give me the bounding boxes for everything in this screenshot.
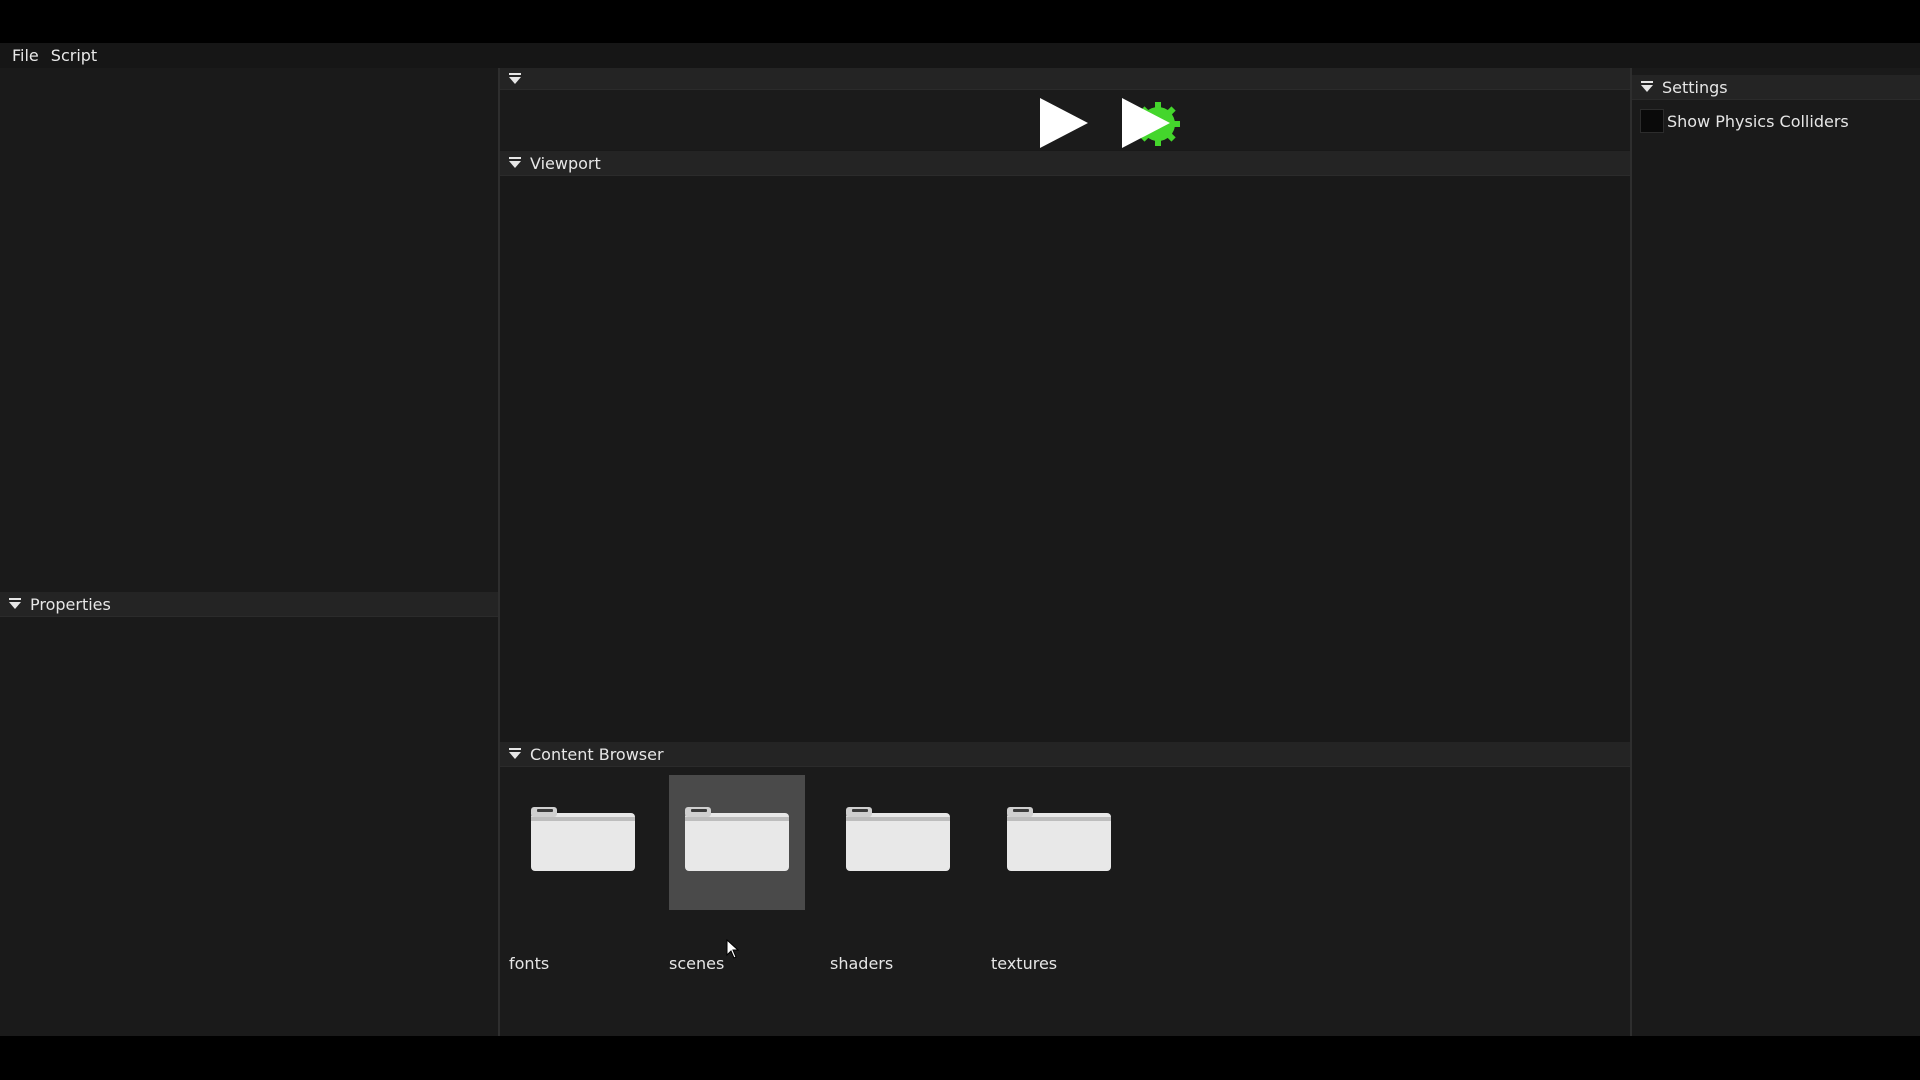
simulate-icon xyxy=(1122,98,1180,148)
settings-header[interactable]: Settings xyxy=(1632,75,1920,100)
collapse-arrow-icon[interactable] xyxy=(1640,80,1654,94)
show-physics-colliders-label: Show Physics Colliders xyxy=(1667,112,1849,131)
folder-label: fonts xyxy=(509,954,550,973)
collapse-arrow-icon[interactable] xyxy=(8,597,22,611)
folder-icon xyxy=(846,807,950,871)
simulate-button[interactable] xyxy=(1120,92,1180,150)
viewport-panel[interactable]: Viewport xyxy=(500,151,1630,741)
menu-bar: File Script xyxy=(0,43,1920,68)
folder-icon xyxy=(531,807,635,871)
properties-header[interactable]: Properties xyxy=(0,592,498,617)
folder-item-shaders[interactable] xyxy=(830,775,966,910)
content-browser-header[interactable]: Content Browser xyxy=(500,742,1630,767)
settings-title: Settings xyxy=(1662,77,1728,97)
folder-icon xyxy=(1007,807,1111,871)
properties-title: Properties xyxy=(30,594,111,614)
menu-file[interactable]: File xyxy=(6,46,45,65)
menu-script[interactable]: Script xyxy=(45,46,103,65)
play-button[interactable] xyxy=(1036,92,1096,150)
viewport-title: Viewport xyxy=(530,153,601,173)
properties-panel: Properties xyxy=(0,592,498,1036)
collapse-arrow-icon[interactable] xyxy=(508,72,522,86)
mouse-cursor-icon xyxy=(726,939,740,959)
folder-label: scenes xyxy=(669,954,725,973)
content-browser-title: Content Browser xyxy=(530,744,664,764)
collapse-arrow-icon[interactable] xyxy=(508,747,522,761)
folder-item-textures[interactable] xyxy=(991,775,1127,910)
play-icon xyxy=(1040,98,1088,148)
toolbar-header[interactable] xyxy=(500,68,1630,90)
folder-icon xyxy=(685,807,789,871)
show-physics-colliders-checkbox[interactable] xyxy=(1640,109,1664,133)
scene-hierarchy-panel xyxy=(0,68,498,635)
folder-item-scenes[interactable] xyxy=(669,775,805,910)
folder-label: textures xyxy=(991,954,1058,973)
content-browser-panel: Content Browser fonts scenes shaders tex… xyxy=(500,742,1630,1036)
toolbar-panel xyxy=(500,68,1630,150)
viewport-header[interactable]: Viewport xyxy=(500,151,1630,176)
editor-window: File Script Properties Viewport Content … xyxy=(0,43,1920,1036)
folder-item-fonts[interactable] xyxy=(509,775,645,910)
settings-panel: Settings Show Physics Colliders xyxy=(1632,68,1920,1036)
collapse-arrow-icon[interactable] xyxy=(508,156,522,170)
folder-label: shaders xyxy=(830,954,894,973)
